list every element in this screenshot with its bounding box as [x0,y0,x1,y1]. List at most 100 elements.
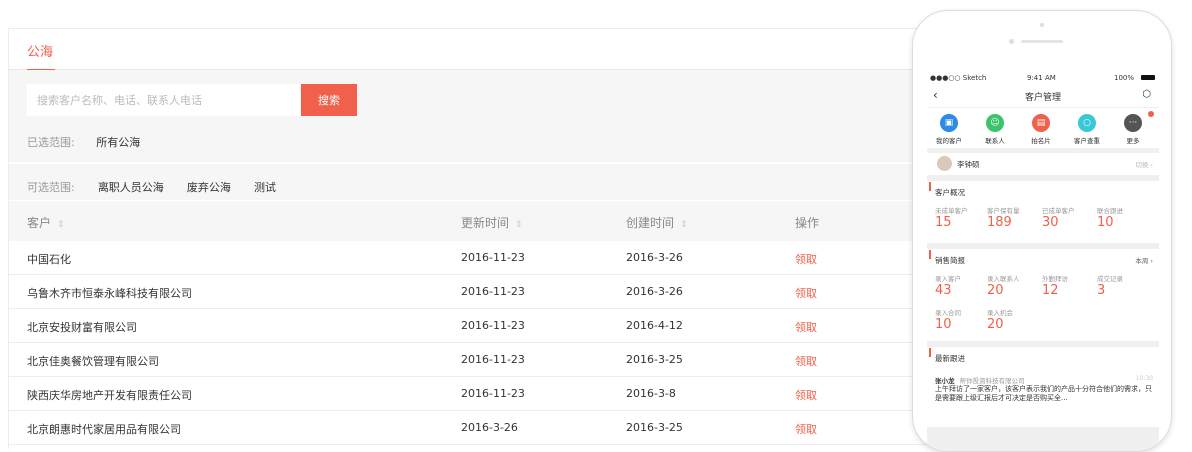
followup-title: 最新跟进 [927,347,1159,364]
sales-stat: 录入联系人 20 [987,275,1020,298]
sales-title: 销售简报 [927,249,1159,266]
battery-label: 100% [1114,74,1135,82]
created-time: 2016-4-12 [626,319,683,332]
table-row: 陕西庆华房地产开发有限责任公司 2016-11-23 2016-3-8 领取 [9,377,1019,411]
table-header: 客户 ⇕ 更新时间 ⇕ 创建时间 ⇕ 操作 [9,201,1019,241]
notification-badge [1148,111,1154,117]
claim-link[interactable]: 领取 [795,387,817,403]
followup-time: 10:30 [1135,375,1153,382]
updated-time: 2016-11-23 [461,319,525,332]
sales-brief-card: 销售简报 本周 › 录入客户 43 录入联系人 20 外勤拜访 12 成交记录 3 录入… [927,249,1159,341]
public-pool-panel: 公海 搜索 已选范围: 所有公海 可选范围: 离职人员公海 废弃公海 测试 客户… [8,28,1019,449]
customer-name: 中国石化 [27,253,71,266]
card-scan-icon: ▤ [1032,114,1050,132]
selected-scope-value[interactable]: 所有公海 [96,134,140,150]
phone-screen: ●●●○○ Sketch 9:41 AM 100% ‹ 客户管理 ⬡ ▣ 我的客… [927,71,1159,451]
scope-option[interactable]: 离职人员公海 [98,179,164,195]
table-row: 北京朗惠时代家居用品有限公司 2016-3-26 2016-3-25 领取 [9,411,1019,445]
user-card-icon: ▣ [940,114,958,132]
avatar [937,156,952,171]
followup-text: 上午拜访了一家客户，该客户表示我们的产品十分符合他们的需求，只是需要跟上级汇报后… [935,385,1152,402]
followup-company: 帮你投资科技有限公司 [959,377,1025,385]
quick-dedupe[interactable]: ○ 客户查重 [1067,114,1107,145]
column-header-created[interactable]: 创建时间 ⇕ [626,214,688,231]
selected-scope-label: 已选范围: [27,136,75,149]
updated-time: 2016-11-23 [461,285,525,298]
created-time: 2016-3-26 [626,251,683,264]
phone-mockup: ●●●○○ Sketch 9:41 AM 100% ‹ 客户管理 ⬡ ▣ 我的客… [912,10,1172,452]
switch-user-link[interactable]: 切换 › [1135,159,1153,169]
user-name: 李钟硕 [957,160,980,169]
scope-option[interactable]: 测试 [254,179,276,195]
sales-stat: 录入机会 20 [987,309,1013,332]
available-scope-label: 可选范围: [27,181,75,194]
available-scope: 可选范围: 离职人员公海 废弃公海 测试 [9,164,1019,200]
column-header-action: 操作 [795,216,820,230]
customer-name: 北京佳奥餐饮管理有限公司 [27,355,159,368]
table-row: 中国石化 2016-11-23 2016-3-26 领取 [9,241,1019,275]
overview-stat: 已成单客户 30 [1042,207,1075,230]
nav-bar: ‹ 客户管理 ⬡ [927,85,1159,108]
latest-followup-card: 最新跟进 张小龙 帮你投资科技有限公司 10:30 上午拜访了一家客户，该客户表… [927,347,1159,427]
column-header-customer[interactable]: 客户 ⇕ [27,214,65,231]
created-time: 2016-3-8 [626,387,676,400]
table-row: 北京安投财富有限公司 2016-11-23 2016-4-12 领取 [9,309,1019,343]
selected-scope: 已选范围: 所有公海 [27,134,140,150]
nav-title: 客户管理 [1024,93,1061,103]
quick-more[interactable]: ··· 更多 [1113,111,1154,145]
more-icon: ··· [1124,111,1154,132]
claim-link[interactable]: 领取 [795,353,817,369]
status-bar: ●●●○○ Sketch 9:41 AM 100% [927,71,1159,85]
search-button[interactable]: 搜索 [301,84,357,116]
updated-time: 2016-3-26 [461,421,518,434]
claim-link[interactable]: 领取 [795,319,817,335]
search-input[interactable] [27,84,300,116]
customer-name: 陕西庆华房地产开发有限责任公司 [27,389,192,402]
created-time: 2016-3-26 [626,285,683,298]
scope-option[interactable]: 废弃公海 [187,179,231,195]
user-card: 李钟硕 切换 › [927,153,1159,175]
sales-stat: 成交记录 3 [1097,275,1123,298]
sort-icon[interactable]: ⇕ [57,220,65,230]
sales-stat: 外勤拜访 12 [1042,275,1068,298]
table-body: 中国石化 2016-11-23 2016-3-26 领取 乌鲁木齐市恒泰永峰科技… [9,241,1019,445]
camera-dot [1040,23,1044,27]
customer-name: 乌鲁木齐市恒泰永峰科技有限公司 [27,287,192,300]
sales-stat: 录入合同 10 [935,309,961,332]
settings-icon[interactable]: ⬡ [1142,89,1151,100]
claim-link[interactable]: 领取 [795,285,817,301]
table-row: 乌鲁木齐市恒泰永峰科技有限公司 2016-11-23 2016-3-26 领取 [9,275,1019,309]
earpiece [1021,40,1063,43]
claim-link[interactable]: 领取 [795,421,817,437]
tab-public-pool[interactable]: 公海 [27,41,53,60]
quick-scan-card[interactable]: ▤ 拍名片 [1021,114,1061,145]
battery-icon [1141,75,1155,80]
search-icon: ○ [1078,114,1096,132]
quick-contacts[interactable]: ☺ 联系人 [975,114,1015,145]
sort-icon[interactable]: ⇕ [515,220,523,230]
table-row: 北京佳奥餐饮管理有限公司 2016-11-23 2016-3-25 领取 [9,343,1019,377]
tab-bar: 公海 [9,29,1019,71]
quick-actions: ▣ 我的客户 ☺ 联系人 ▤ 拍名片 ○ 客户查重 ··· 更多 [927,108,1159,148]
search-area: 搜索 已选范围: 所有公海 [9,70,1019,162]
period-selector[interactable]: 本周 › [1135,255,1153,265]
carrier-label: ●●●○○ Sketch [930,74,987,82]
sort-icon[interactable]: ⇕ [680,220,688,230]
overview-stat: 联合跟进 10 [1097,207,1123,230]
customer-name: 北京安投财富有限公司 [27,321,137,334]
contact-icon: ☺ [986,114,1004,132]
overview-stat: 未成单客户 15 [935,207,968,230]
clock-label: 9:41 AM [1027,74,1056,82]
overview-title: 客户概况 [927,181,1159,198]
claim-link[interactable]: 领取 [795,251,817,267]
created-time: 2016-3-25 [626,353,683,366]
created-time: 2016-3-25 [626,421,683,434]
customer-name: 北京朗惠时代家居用品有限公司 [27,423,181,436]
updated-time: 2016-11-23 [461,251,525,264]
followup-meta: 张小龙 帮你投资科技有限公司 [935,375,1025,385]
quick-my-customers[interactable]: ▣ 我的客户 [929,114,969,145]
updated-time: 2016-11-23 [461,387,525,400]
sales-stat: 录入客户 43 [935,275,961,298]
updated-time: 2016-11-23 [461,353,525,366]
column-header-updated[interactable]: 更新时间 ⇕ [461,214,523,231]
